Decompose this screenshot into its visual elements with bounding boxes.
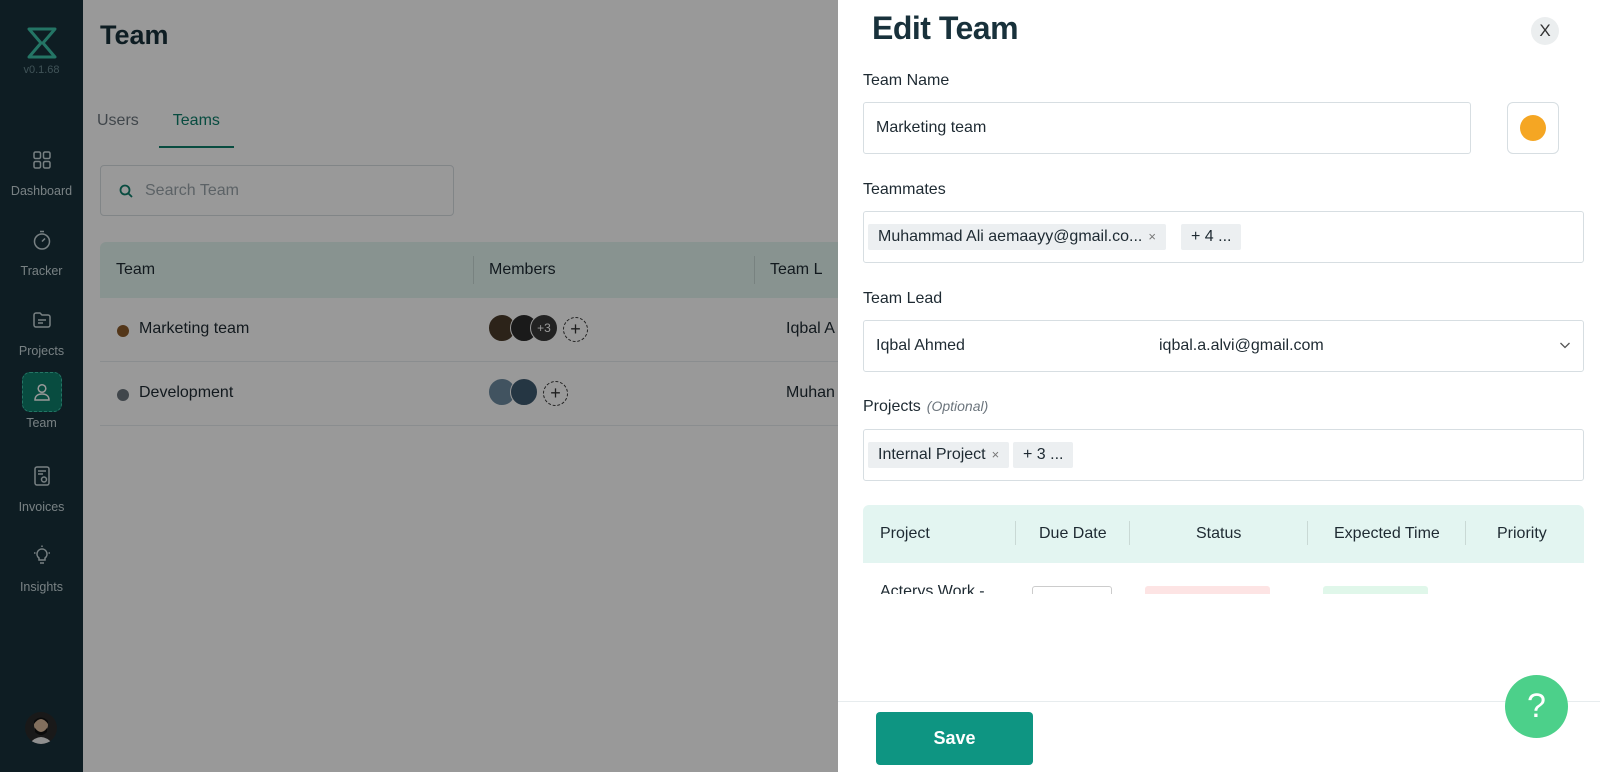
edit-team-drawer: Edit Team X Team Name Marketing team Tea… — [838, 0, 1600, 772]
column-header-due-date: Due Date — [1039, 525, 1107, 542]
column-header-project: Project — [880, 525, 930, 542]
team-name-value: Marketing team — [876, 119, 987, 136]
close-button[interactable]: X — [1531, 17, 1559, 45]
projects-label-text: Projects — [863, 398, 921, 415]
modal-backdrop[interactable] — [0, 0, 838, 772]
projects-label: Projects (Optional) — [863, 398, 988, 416]
team-lead-select[interactable]: Iqbal Ahmed iqbal.a.alvi@gmail.com — [863, 320, 1584, 372]
column-header-priority: Priority — [1497, 525, 1547, 542]
team-lead-label: Team Lead — [863, 290, 943, 307]
teammate-chip-label: Muhammad Ali aemaayy@gmail.co... — [878, 228, 1143, 245]
column-header-expected-time: Expected Time — [1334, 525, 1440, 542]
projects-table: Project Due Date Status Expected Time Pr… — [863, 505, 1584, 594]
project-name-cell: Acterys Work - — [880, 583, 985, 594]
column-divider — [1015, 521, 1016, 545]
optional-hint: (Optional) — [926, 398, 989, 414]
team-name-label: Team Name — [863, 72, 950, 89]
status-badge[interactable] — [1145, 586, 1270, 594]
remove-chip-button[interactable]: × — [1148, 229, 1156, 244]
more-projects-chip[interactable]: + 3 ... — [1013, 442, 1074, 468]
due-date-field[interactable] — [1032, 586, 1112, 594]
team-lead-email: iqbal.a.alvi@gmail.com — [1159, 337, 1324, 354]
teammates-select[interactable]: Muhammad Ali aemaayy@gmail.co... × + 4 ..… — [863, 211, 1584, 263]
projects-table-header: Project Due Date Status Expected Time Pr… — [863, 505, 1584, 563]
expected-time-badge[interactable] — [1323, 586, 1428, 594]
column-header-status: Status — [1196, 525, 1242, 542]
column-divider — [1307, 521, 1308, 545]
project-chip[interactable]: Internal Project × — [868, 442, 1010, 468]
chevron-down-icon — [1560, 342, 1570, 349]
column-divider — [1129, 521, 1130, 545]
team-lead-name: Iqbal Ahmed — [876, 337, 965, 354]
footer-divider — [838, 701, 1600, 702]
teammates-label: Teammates — [863, 181, 946, 198]
team-name-input[interactable]: Marketing team — [863, 102, 1471, 154]
remove-chip-button[interactable]: × — [992, 447, 1000, 462]
team-color-picker[interactable] — [1507, 102, 1559, 154]
teammate-chip[interactable]: Muhammad Ali aemaayy@gmail.co... × — [868, 224, 1166, 250]
project-chip-label: Internal Project — [878, 446, 986, 463]
more-teammates-chip[interactable]: + 4 ... — [1181, 224, 1242, 250]
help-button[interactable]: ? — [1505, 675, 1568, 738]
drawer-title: Edit Team — [872, 10, 1019, 46]
save-button[interactable]: Save — [876, 712, 1033, 765]
column-divider — [1465, 521, 1466, 545]
team-color-swatch — [1520, 115, 1546, 141]
projects-select[interactable]: Internal Project × + 3 ... — [863, 429, 1584, 481]
